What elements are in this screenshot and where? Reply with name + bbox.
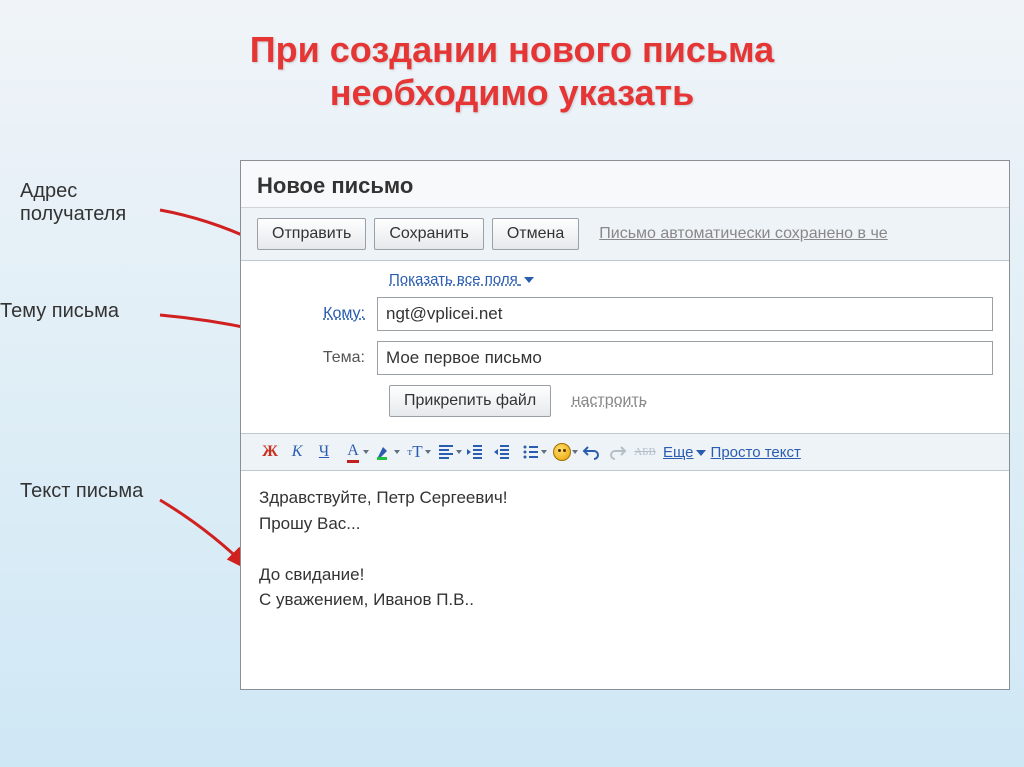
label-subject: Тему письма bbox=[0, 300, 119, 323]
plain-text-link[interactable]: Просто текст bbox=[711, 444, 801, 461]
label-body: Текст письма bbox=[20, 480, 143, 503]
show-all-fields-link[interactable]: Показать все поля bbox=[389, 271, 534, 288]
more-label: Еще bbox=[663, 444, 694, 461]
highlight-icon[interactable] bbox=[369, 440, 399, 464]
title-line1: При создании нового письма bbox=[250, 29, 774, 70]
autosave-status: Письмо автоматически сохранено в че bbox=[599, 225, 887, 243]
to-label[interactable]: Кому: bbox=[257, 305, 377, 323]
subject-input[interactable] bbox=[377, 341, 993, 375]
subject-row: Тема: bbox=[257, 341, 993, 375]
align-icon[interactable] bbox=[431, 440, 461, 464]
to-row: Кому: bbox=[257, 297, 993, 331]
attach-button[interactable]: Прикрепить файл bbox=[389, 385, 551, 417]
toolbar-top: Отправить Сохранить Отмена Письмо автома… bbox=[241, 208, 1009, 261]
indent-increase-icon[interactable] bbox=[489, 440, 515, 464]
italic-icon[interactable]: К bbox=[284, 440, 310, 464]
subject-label: Тема: bbox=[257, 349, 377, 367]
cancel-button[interactable]: Отмена bbox=[492, 218, 579, 250]
label-recipient: Адрес получателя bbox=[20, 180, 126, 226]
more-link[interactable]: Еще bbox=[663, 444, 706, 461]
chevron-down-icon bbox=[696, 450, 706, 456]
strike-icon[interactable]: АБВ bbox=[632, 440, 658, 464]
configure-link[interactable]: настроить bbox=[572, 392, 647, 409]
slide-title: При создании нового письма необходимо ук… bbox=[0, 0, 1024, 114]
font-color-icon[interactable]: А bbox=[338, 440, 368, 464]
save-button[interactable]: Сохранить bbox=[374, 218, 484, 250]
undo-icon[interactable] bbox=[578, 440, 604, 464]
list-icon[interactable] bbox=[516, 440, 546, 464]
underline-icon[interactable]: Ч bbox=[311, 440, 337, 464]
bold-icon[interactable]: Ж bbox=[257, 440, 283, 464]
title-line2: необходимо указать bbox=[330, 72, 695, 113]
format-toolbar: Ж К Ч А тT АБВ Еще Прост bbox=[241, 433, 1009, 471]
font-size-icon[interactable]: тT bbox=[400, 440, 430, 464]
show-all-fields-label: Показать все поля bbox=[389, 271, 518, 288]
emoji-icon[interactable] bbox=[547, 440, 577, 464]
redo-icon[interactable] bbox=[605, 440, 631, 464]
fields-section: Показать все поля Кому: Тема: Прикрепить… bbox=[241, 261, 1009, 433]
chevron-down-icon bbox=[524, 277, 534, 283]
send-button[interactable]: Отправить bbox=[257, 218, 366, 250]
compose-window: Новое письмо Отправить Сохранить Отмена … bbox=[240, 160, 1010, 690]
message-body[interactable]: Здравствуйте, Петр Сергеевич! Прошу Вас.… bbox=[241, 471, 1009, 627]
to-input[interactable] bbox=[377, 297, 993, 331]
window-title: Новое письмо bbox=[241, 161, 1009, 208]
indent-decrease-icon[interactable] bbox=[462, 440, 488, 464]
